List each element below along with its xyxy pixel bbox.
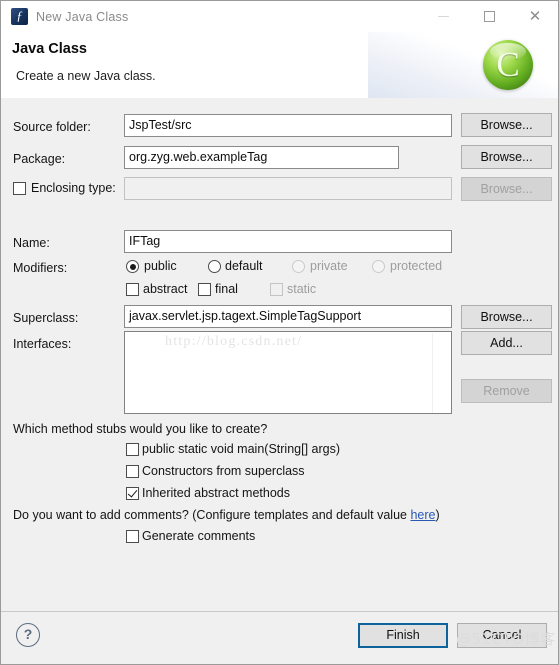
modifier-checkbox-final[interactable] [198, 283, 211, 296]
modifier-label-static: static [287, 282, 317, 296]
window-title: New Java Class [36, 9, 129, 24]
package-input[interactable]: org.zyg.web.exampleTag [124, 146, 399, 169]
watermark-51cto: @51CTO博客 [456, 630, 556, 648]
method-stubs-question: Which method stubs would you like to cre… [13, 422, 268, 436]
name-label: Name: [13, 236, 50, 250]
modifier-checkbox-abstract[interactable] [126, 283, 139, 296]
modifier-radio-private [292, 260, 305, 273]
comments-question-prefix: Do you want to add comments? (Configure … [13, 508, 411, 522]
modifier-label-private: private [310, 259, 348, 273]
finish-button[interactable]: Finish [358, 623, 448, 648]
superclass-browse-button[interactable]: Browse... [461, 305, 552, 329]
minimize-button[interactable] [420, 1, 466, 32]
maximize-button[interactable] [466, 1, 512, 32]
modifier-radio-protected [372, 260, 385, 273]
generate-comments-checkbox[interactable] [126, 530, 139, 543]
dialog-header: Java Class Create a new Java class. [1, 32, 558, 99]
close-button[interactable]: ✕ [512, 1, 558, 32]
page-title: Java Class [12, 41, 87, 57]
interfaces-remove-button: Remove [461, 379, 552, 403]
enclosing-type-input [124, 177, 452, 200]
modifier-checkbox-static [270, 283, 283, 296]
green-c-logo [483, 40, 533, 90]
package-browse-button[interactable]: Browse... [461, 145, 552, 169]
method-stub-label-main: public static void main(String[] args) [142, 442, 340, 456]
generate-comments-label: Generate comments [142, 529, 256, 543]
source-folder-label: Source folder: [13, 120, 91, 134]
page-subtitle: Create a new Java class. [16, 69, 156, 83]
minimize-icon [437, 16, 449, 17]
source-folder-browse-button[interactable]: Browse... [461, 113, 552, 137]
close-icon: ✕ [528, 7, 542, 25]
interfaces-label: Interfaces: [13, 337, 72, 351]
watermark-csdn: http://blog.csdn.net/ [165, 334, 303, 349]
method-stub-label-constructors: Constructors from superclass [142, 464, 305, 478]
superclass-input[interactable]: javax.servlet.jsp.tagext.SimpleTagSuppor… [124, 305, 452, 328]
interfaces-list-divider [432, 333, 433, 413]
new-java-class-dialog: New Java Class ✕ Java Class Create a new… [0, 0, 559, 665]
method-stub-label-inherited: Inherited abstract methods [142, 486, 290, 500]
modifier-label-public: public [144, 259, 177, 273]
modifier-label-abstract: abstract [143, 282, 188, 296]
help-icon[interactable]: ? [16, 623, 40, 647]
modifier-label-default: default [225, 259, 263, 273]
modifier-label-final: final [215, 282, 238, 296]
comments-question-suffix: ) [435, 508, 440, 522]
name-input[interactable]: IFTag [124, 230, 452, 253]
method-stub-checkbox-inherited[interactable] [126, 487, 139, 500]
comments-question: Do you want to add comments? (Configure … [13, 508, 440, 522]
superclass-label: Superclass: [13, 311, 79, 325]
enclosing-type-checkbox[interactable] [13, 182, 26, 195]
modifier-radio-public[interactable] [126, 260, 139, 273]
interfaces-add-button[interactable]: Add... [461, 331, 552, 355]
title-bar: New Java Class ✕ [1, 1, 558, 32]
package-label: Package: [13, 152, 66, 166]
window-controls: ✕ [420, 1, 558, 32]
modifiers-label: Modifiers: [13, 261, 68, 275]
enclosing-type-label: Enclosing type: [31, 181, 116, 195]
modifier-label-protected: protected [390, 259, 443, 273]
dialog-body: Source folder: JspTest/src Browse... Pac… [1, 98, 558, 611]
method-stub-checkbox-main[interactable] [126, 443, 139, 456]
modifier-radio-default[interactable] [208, 260, 221, 273]
source-folder-input[interactable]: JspTest/src [124, 114, 452, 137]
maximize-icon [483, 11, 495, 22]
configure-templates-link[interactable]: here [410, 508, 435, 522]
java-class-icon [11, 7, 28, 25]
method-stub-checkbox-constructors[interactable] [126, 465, 139, 478]
interfaces-list[interactable]: http://blog.csdn.net/ [124, 331, 452, 414]
enclosing-type-browse-button: Browse... [461, 177, 552, 201]
